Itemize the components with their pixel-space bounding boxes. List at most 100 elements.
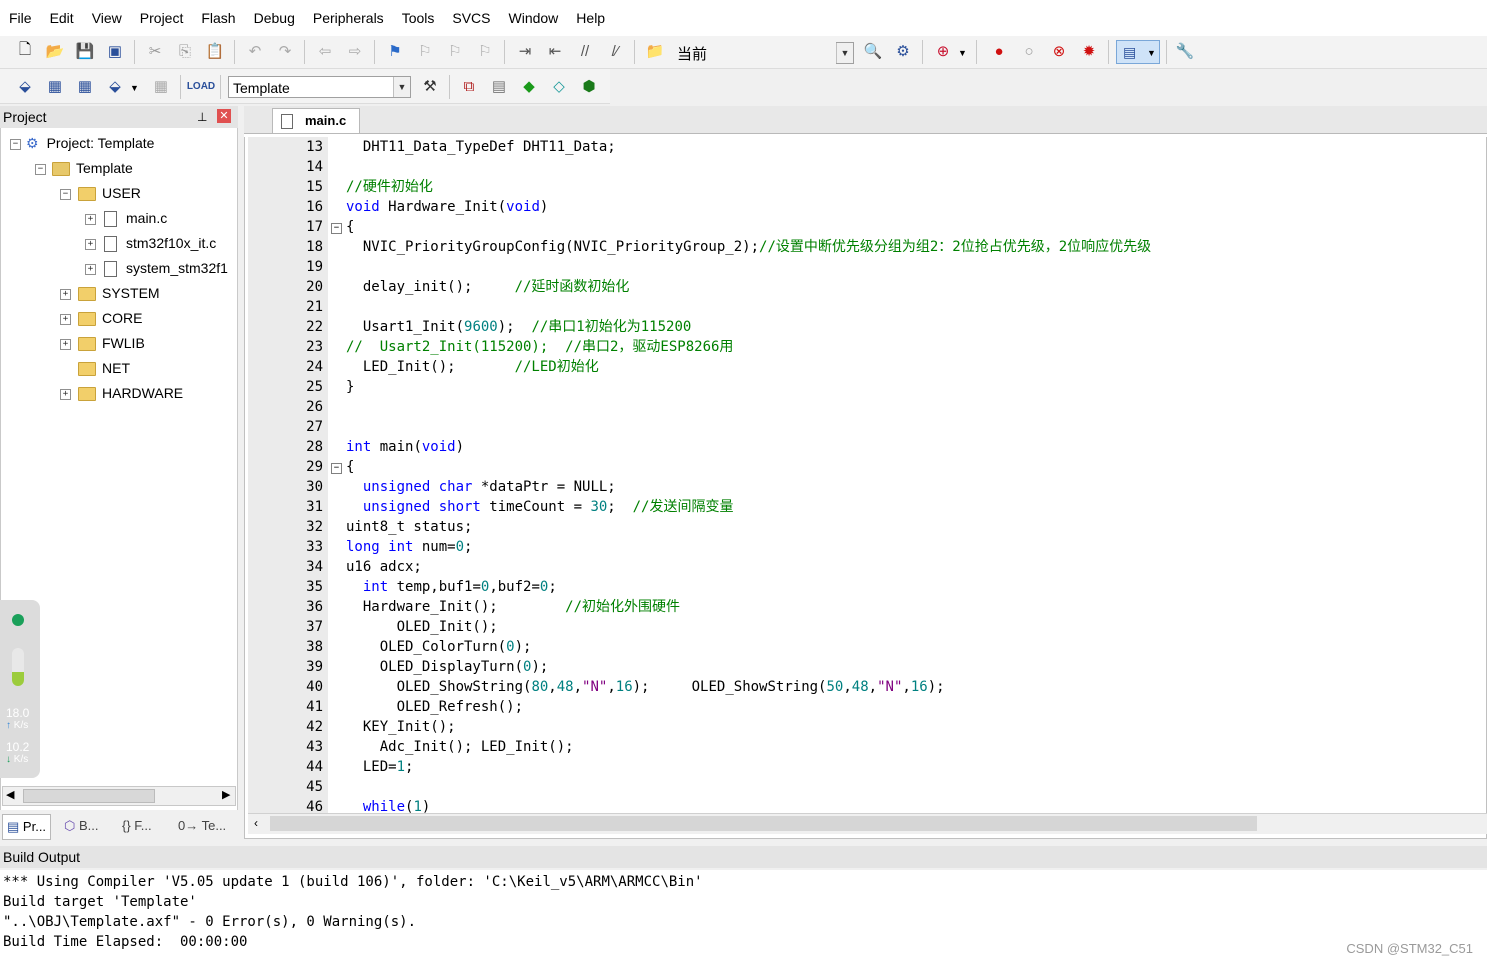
build-output-pane[interactable]: *** Using Compiler 'V5.05 update 1 (buil…	[0, 870, 1487, 964]
menu-peripherals[interactable]: Peripherals	[304, 10, 393, 26]
configure-icon[interactable]: 🔧	[1174, 40, 1196, 62]
next-bookmark-icon[interactable]: ⚐	[444, 40, 466, 62]
find-dropdown[interactable]: ▼	[836, 42, 854, 64]
tree-group-net[interactable]: NET	[78, 357, 130, 379]
fold-collapse-icon[interactable]: −	[331, 223, 342, 234]
pack-installer-icon[interactable]: ◇	[548, 75, 570, 97]
menu-file[interactable]: File	[0, 10, 41, 26]
indent-icon[interactable]: ⇥	[514, 40, 536, 62]
code-number: 48	[851, 679, 869, 695]
editor-horizontal-scrollbar[interactable]: ‹	[248, 813, 1487, 834]
expand-icon[interactable]: +	[60, 389, 71, 400]
scroll-left-icon[interactable]: ‹	[254, 816, 258, 830]
tree-file-system[interactable]: system_stm32f1	[104, 257, 236, 279]
tree-project-root[interactable]: ⚙ Project: Template	[26, 132, 154, 154]
manage-components-icon[interactable]: ▤	[488, 75, 510, 97]
tree-file-it[interactable]: stm32f10x_it.c	[104, 232, 216, 254]
menu-debug[interactable]: Debug	[245, 10, 304, 26]
expand-icon[interactable]: +	[85, 264, 96, 275]
menu-help[interactable]: Help	[567, 10, 614, 26]
tab-project[interactable]: ▤ Pr...	[2, 814, 52, 840]
tree-group-fwlib[interactable]: FWLIB	[78, 332, 145, 354]
rebuild-icon[interactable]: ▦	[74, 75, 96, 97]
menu-project[interactable]: Project	[131, 10, 193, 26]
network-speed-widget[interactable]: 18.0 ↑ K/s 10.2 ↓ K/s	[0, 600, 40, 778]
menu-window[interactable]: Window	[500, 10, 568, 26]
scroll-left-icon[interactable]: ◀	[6, 788, 14, 801]
collapse-icon[interactable]: −	[60, 189, 71, 200]
kill-all-breakpoints-icon[interactable]: ✹	[1078, 40, 1100, 62]
code-text: OLED_Refresh();	[346, 699, 524, 715]
menu-edit[interactable]: Edit	[41, 10, 83, 26]
tree-group-hardware[interactable]: HARDWARE	[78, 382, 183, 404]
open-file-icon[interactable]: 📂	[44, 40, 66, 62]
expand-icon[interactable]: +	[85, 239, 96, 250]
collapse-icon[interactable]: −	[10, 139, 21, 150]
tree-group-core[interactable]: CORE	[78, 307, 142, 329]
tree-file-main[interactable]: main.c	[104, 207, 167, 229]
target-select[interactable]: Template ▼	[228, 76, 411, 98]
redo-icon[interactable]: ↷	[274, 40, 296, 62]
expand-icon[interactable]: +	[60, 339, 71, 350]
tab-books[interactable]: ⬡ B...	[60, 814, 103, 838]
batch-build-icon[interactable]: ⬙	[104, 75, 126, 97]
tree-group-system[interactable]: SYSTEM	[78, 282, 160, 304]
tab-templates[interactable]: 0→ Te...	[174, 814, 230, 838]
prev-bookmark-icon[interactable]: ⚐	[414, 40, 436, 62]
menu-tools[interactable]: Tools	[393, 10, 444, 26]
target-options-icon[interactable]: ⚒	[419, 75, 441, 97]
chevron-down-icon[interactable]: ▼	[958, 48, 967, 58]
nav-back-icon[interactable]: ⇦	[314, 40, 336, 62]
copy-icon[interactable]: ⎘	[174, 40, 196, 62]
stop-build-icon[interactable]: ▦	[150, 75, 172, 97]
disable-all-breakpoints-icon[interactable]: ⊗	[1048, 40, 1070, 62]
scroll-thumb[interactable]	[270, 816, 1257, 831]
debug-session-icon[interactable]: ⊕	[932, 40, 954, 62]
tab-main-c[interactable]: main.c	[272, 108, 360, 134]
save-icon[interactable]: 💾	[74, 40, 96, 62]
nav-forward-icon[interactable]: ⇨	[344, 40, 366, 62]
close-icon[interactable]: ✕	[217, 109, 231, 123]
bookmark-icon[interactable]: ⚑	[384, 40, 406, 62]
build-icon[interactable]: ▦	[44, 75, 66, 97]
expand-icon[interactable]: +	[60, 314, 71, 325]
menu-flash[interactable]: Flash	[192, 10, 244, 26]
select-packs-icon[interactable]: ◆	[518, 75, 540, 97]
project-horizontal-scrollbar[interactable]: ◀ ▶	[2, 786, 236, 806]
incremental-find-icon[interactable]: ⚙	[892, 40, 914, 62]
new-file-icon[interactable]: 🗋	[14, 40, 36, 62]
upload-unit-label: K/s	[13, 720, 29, 731]
file-extensions-icon[interactable]: ⧉	[458, 75, 480, 97]
expand-icon[interactable]: +	[85, 214, 96, 225]
scroll-right-icon[interactable]: ▶	[222, 788, 230, 801]
download-icon[interactable]: LOAD	[187, 75, 215, 97]
folder-open-icon	[78, 187, 96, 202]
menu-view[interactable]: View	[83, 10, 131, 26]
paste-icon[interactable]: 📋	[204, 40, 226, 62]
comment-icon[interactable]: //	[574, 40, 596, 62]
breakpoint-icon[interactable]: ●	[988, 40, 1010, 62]
tab-functions[interactable]: {} F...	[118, 814, 156, 838]
translate-icon[interactable]: ⬙	[14, 75, 36, 97]
undo-icon[interactable]: ↶	[244, 40, 266, 62]
unindent-icon[interactable]: ⇤	[544, 40, 566, 62]
uncomment-icon[interactable]: /⁄	[604, 40, 626, 62]
cut-icon[interactable]: ✂	[144, 40, 166, 62]
clear-bookmarks-icon[interactable]: ⚐	[474, 40, 496, 62]
disable-breakpoint-icon[interactable]: ○	[1018, 40, 1040, 62]
save-all-icon[interactable]: ▣	[104, 40, 126, 62]
collapse-icon[interactable]: −	[35, 164, 46, 175]
expand-icon[interactable]: +	[60, 289, 71, 300]
chevron-down-icon: ▼	[393, 77, 410, 97]
find-icon[interactable]: 🔍	[862, 40, 884, 62]
pin-icon[interactable]: ⊥	[197, 106, 207, 128]
software-packs-icon[interactable]: ⬢	[578, 75, 600, 97]
menu-svcs[interactable]: SVCS	[443, 10, 499, 26]
window-layout-button[interactable]: ▤ ▼	[1116, 40, 1160, 64]
fold-collapse-icon[interactable]: −	[331, 463, 342, 474]
tree-target[interactable]: Template	[52, 157, 133, 179]
find-in-files-icon[interactable]: 📁	[644, 40, 666, 62]
tree-group-user[interactable]: USER	[78, 182, 141, 204]
chevron-down-icon[interactable]: ▼	[130, 83, 139, 93]
scroll-thumb[interactable]	[23, 789, 155, 803]
